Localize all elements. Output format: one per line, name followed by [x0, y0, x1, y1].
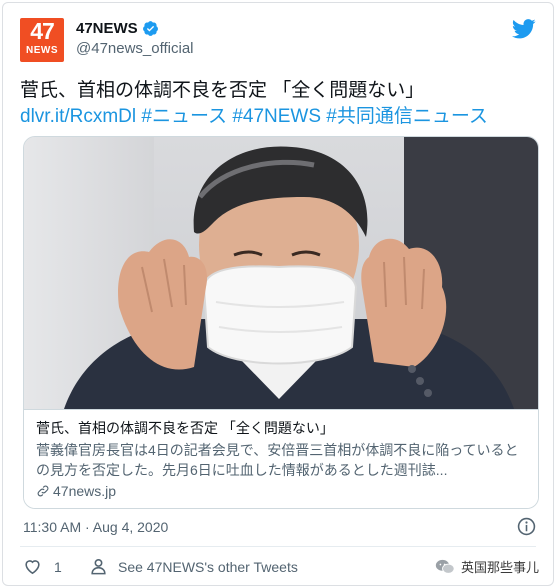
verified-badge-icon	[142, 21, 158, 36]
tweet-link[interactable]: dlvr.it/RcxmDl	[20, 106, 136, 127]
tweet-meta: 11:30 AM · Aug 4, 2020	[23, 517, 536, 537]
embedded-tweet-card: 47 NEWS 47NEWS @47news_official 菅氏、首相の体調…	[2, 2, 554, 586]
wechat-icon	[435, 559, 455, 574]
hashtag-47news[interactable]: #47NEWS	[232, 106, 321, 127]
display-name[interactable]: 47NEWS	[76, 20, 138, 37]
like-button[interactable]: 1	[23, 557, 62, 576]
link-preview-card[interactable]: 菅氏、首相の体調不良を否定 「全く問題ない」 菅義偉官房長官は4日の記者会見で、…	[23, 136, 539, 509]
avatar-logo[interactable]: 47 NEWS	[20, 18, 64, 62]
logo-text: NEWS	[26, 45, 58, 56]
link-icon	[37, 485, 49, 497]
preview-title[interactable]: 菅氏、首相の体調不良を否定 「全く問題ない」	[36, 419, 528, 438]
logo-number: 47	[30, 18, 55, 44]
preview-text-block[interactable]: 菅氏、首相の体調不良を否定 「全く問題ない」 菅義偉官房長官は4日の記者会見で、…	[24, 409, 538, 508]
tweet-headline: 菅氏、首相の体調不良を否定 「全く問題ない」	[20, 80, 425, 101]
hashtag-kyodo-news[interactable]: #共同通信ニュース	[326, 106, 488, 127]
like-count: 1	[54, 558, 62, 575]
watermark-text: 英国那些事儿	[460, 560, 539, 575]
tweet-text: 菅氏、首相の体調不良を否定 「全く問題ない」 dlvr.it/RcxmDl #ニ…	[20, 78, 536, 130]
man-wearing-mask-illustration	[64, 146, 514, 409]
preview-domain-text: 47news.jp	[53, 483, 117, 499]
watermark: 英国那些事儿	[435, 557, 539, 576]
other-tweets-label: See 47NEWS's other Tweets	[118, 558, 298, 575]
preview-description: 菅義偉官房長官は4日の記者会見で、安倍晋三首相が体調不良に陥っているとの見方を否…	[36, 442, 519, 478]
info-icon[interactable]	[517, 517, 536, 536]
preview-photo[interactable]	[24, 137, 538, 409]
other-tweets-link[interactable]: See 47NEWS's other Tweets	[89, 557, 298, 576]
person-icon	[91, 558, 106, 575]
account-handle[interactable]: @47news_official	[76, 40, 194, 57]
hashtag-news[interactable]: #ニュース	[141, 106, 227, 127]
preview-domain[interactable]: 47news.jp	[36, 483, 528, 499]
account-name-block[interactable]: 47NEWS @47news_official	[76, 20, 194, 57]
heart-icon	[25, 560, 40, 575]
actions-divider	[20, 546, 536, 547]
twitter-bird-icon[interactable]	[512, 18, 536, 40]
tweet-header: 47 NEWS 47NEWS @47news_official	[20, 16, 536, 66]
tweet-timestamp[interactable]: 11:30 AM · Aug 4, 2020	[23, 519, 168, 535]
